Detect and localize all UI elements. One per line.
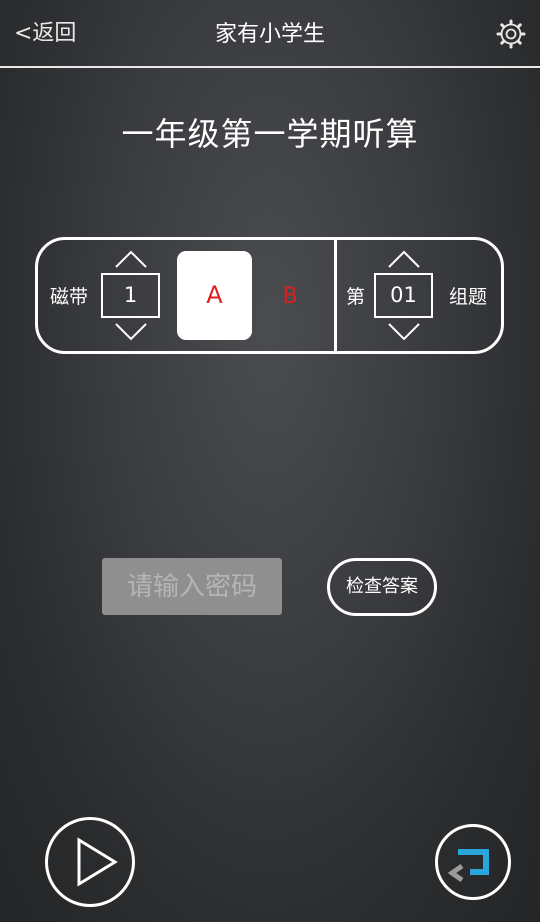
play-icon: [77, 837, 118, 887]
password-input[interactable]: [102, 558, 282, 615]
tape-label: 磁带: [50, 286, 89, 308]
side-a-button[interactable]: A: [177, 251, 252, 340]
app-title: 家有小学生: [214, 22, 325, 47]
side-b-button[interactable]: B: [274, 283, 306, 311]
header-divider: [0, 66, 540, 68]
header: <返回 家有小学生: [0, 0, 540, 66]
page-title: 一年级第一学期听算: [121, 115, 419, 153]
group-number-field[interactable]: 01: [374, 273, 433, 318]
group-up-arrow-icon[interactable]: [387, 249, 421, 269]
gear-icon[interactable]: [496, 19, 526, 49]
play-button[interactable]: [45, 817, 135, 907]
group-suffix-label: 组题: [449, 286, 488, 308]
return-icon: [447, 849, 489, 883]
tape-up-arrow-icon[interactable]: [114, 249, 148, 269]
tape-number-field[interactable]: 1: [101, 273, 160, 318]
panel-divider: [334, 238, 337, 354]
return-button[interactable]: [435, 824, 511, 900]
group-down-arrow-icon[interactable]: [387, 322, 421, 342]
tape-down-arrow-icon[interactable]: [114, 322, 148, 342]
check-answer-button[interactable]: 检查答案: [327, 558, 437, 616]
group-prefix-label: 第: [346, 286, 366, 308]
